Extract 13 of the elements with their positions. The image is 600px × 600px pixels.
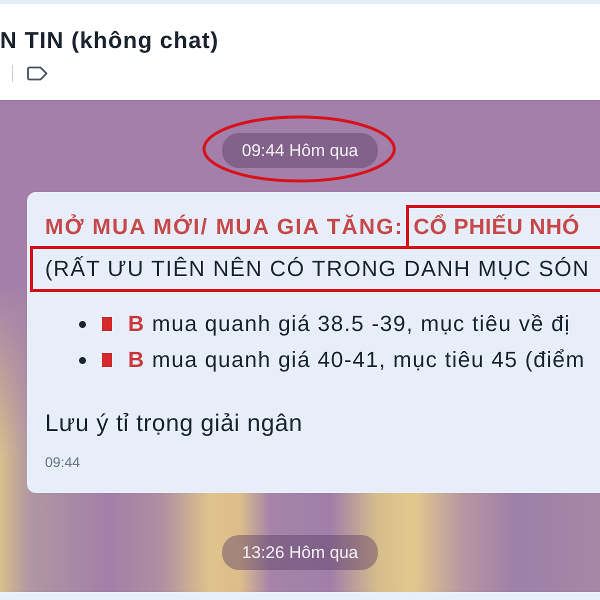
date-separator: 13:26 Hôm qua — [222, 535, 378, 570]
item-text: B mua quanh giá 40-41, mục tiêu 45 (điểm — [128, 347, 586, 373]
message-time: 09:44 — [45, 453, 82, 472]
bullet-icon — [79, 320, 86, 328]
date-separator: 09:44 Hôm qua — [222, 133, 378, 168]
tag-icon[interactable] — [27, 66, 48, 81]
chat-title: N TIN (không chat) — [0, 26, 220, 55]
highlighted-text: (RẤT ƯU TIÊN NÊN CÓ TRONG DANH MỤC SÓN — [30, 246, 600, 292]
highlighted-heading-text: CỔ PHIẾU NHÓ — [406, 205, 600, 249]
heading-text: MỞ MUA MỚI/ MUA GIA TĂNG: — [45, 213, 404, 241]
message-text: Lưu ý tỉ trọng giải ngân — [45, 409, 304, 439]
bullet-icon — [79, 356, 86, 364]
item-text: B mua quanh giá 38.5 -39, mục tiêu về đị — [128, 311, 570, 337]
